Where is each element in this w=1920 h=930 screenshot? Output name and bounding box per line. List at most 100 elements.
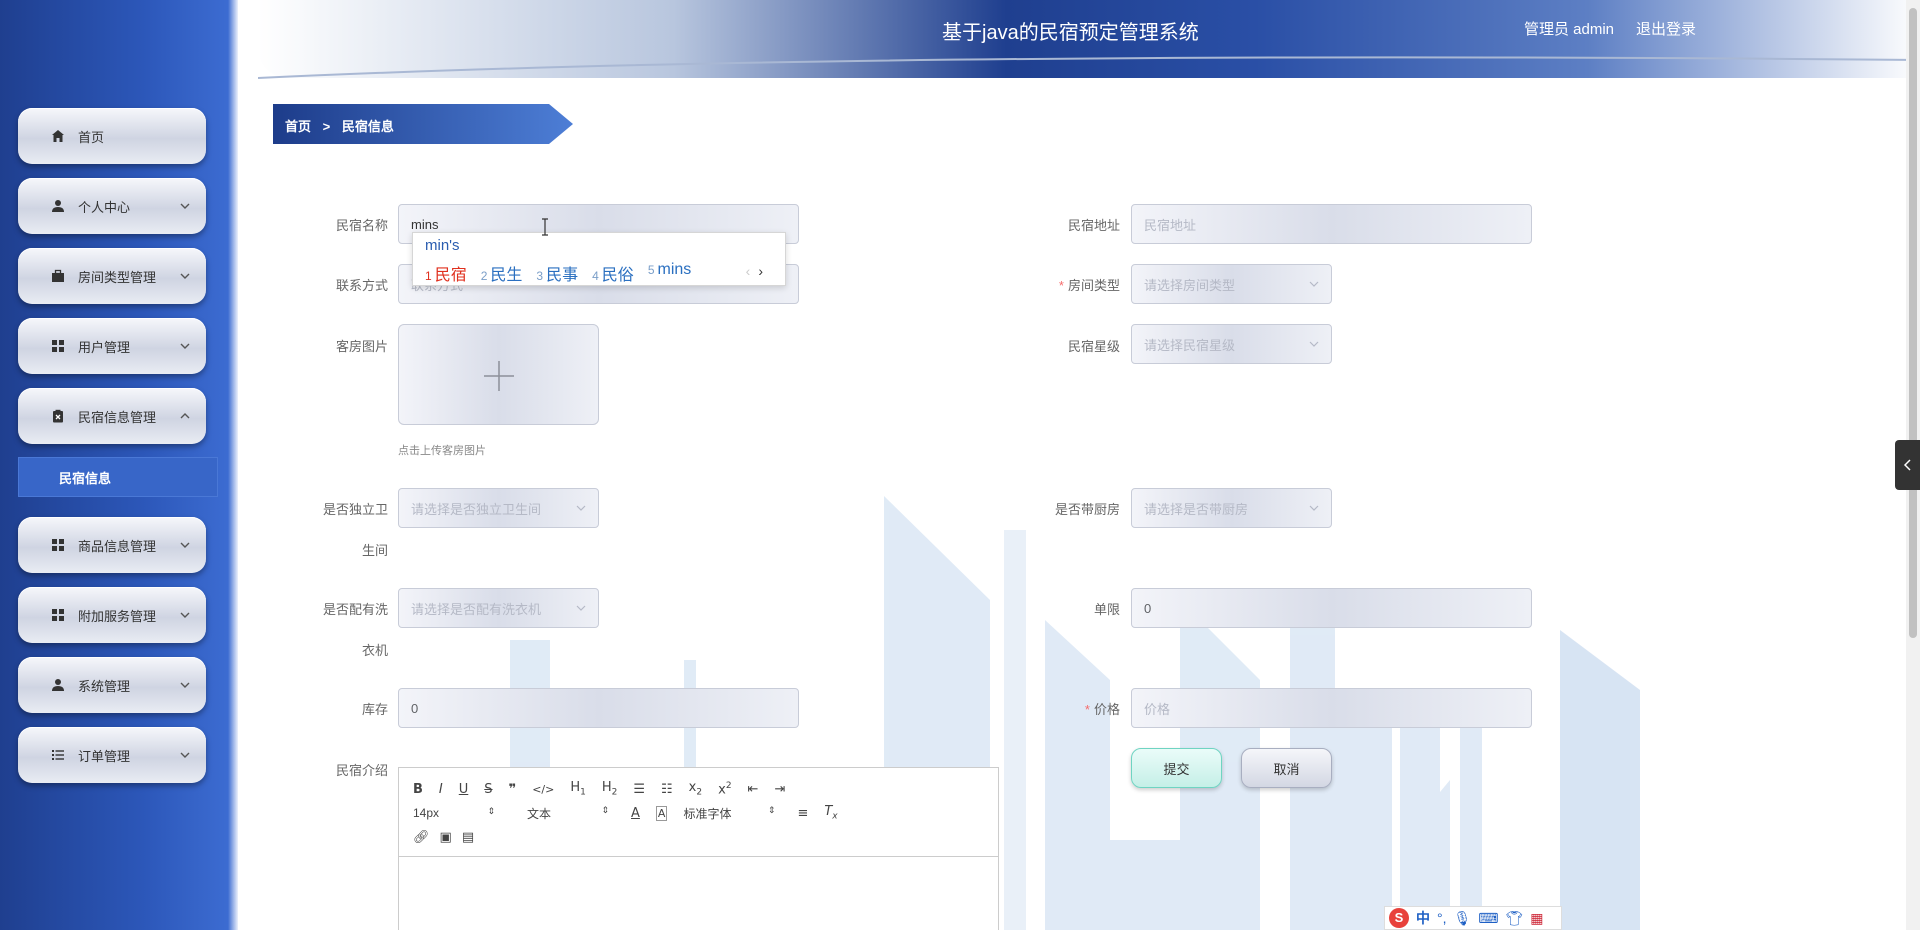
washer-select[interactable]: 请选择是否配有洗衣机 [398,588,599,628]
star-placeholder: 请选择民宿星级 [1144,337,1236,353]
contact-label: 联系方式 [335,278,388,293]
room-type-label: * 房间类型 [1058,278,1120,293]
homestay-address-input[interactable]: 民宿地址 [1131,204,1532,244]
font-family-select[interactable]: 标准字体 ⇕ [683,805,777,822]
ime-pager: ‹ › [746,263,763,279]
skin-icon[interactable]: 👕︎ [1506,910,1524,927]
chevron-down-icon [576,505,586,511]
ime-candidate-text: mins [657,261,692,278]
kitchen-label: 是否带厨房 [1054,502,1120,517]
code-icon[interactable]: </> [532,783,554,796]
punctuation-icon[interactable]: °, [1437,910,1447,926]
outdent-icon[interactable]: ⇤ [748,782,759,797]
editor-toolbar-row-2: 14px ⇕ 文本 ⇕ A A 标准字体 ⇕ ≡ Tx [413,802,854,824]
sogou-logo-icon[interactable]: S [1389,908,1409,928]
video-icon[interactable]: ▤ [462,830,474,845]
ime-candidate-num: 3 [536,269,544,283]
image-icon[interactable]: ▣ [440,830,452,845]
ime-candidate-num: 1 [425,269,432,283]
stock-input[interactable]: 0 [398,688,799,728]
ime-candidate[interactable]: 5 mins [648,261,691,285]
scrollbar-thumb[interactable] [1909,8,1917,638]
room-image-label: 客房图片 [335,339,388,354]
kitchen-select[interactable]: 请选择是否带厨房 [1131,488,1332,528]
chevron-left-icon [1903,459,1911,471]
ime-candidate[interactable]: 2 民生 [481,261,523,285]
ordered-list-icon[interactable]: ☰ [633,782,645,797]
limit-value: 0 [1144,600,1152,616]
font-size-select[interactable]: 14px ⇕ [413,806,497,820]
font-color-icon[interactable]: A [631,806,640,821]
ime-candidate-text: 民事 [546,267,579,284]
room-type-placeholder: 请选择房间类型 [1144,277,1236,293]
indent-icon[interactable]: ⇥ [774,782,785,797]
ime-candidate-text: 民宿 [434,267,467,284]
washer-label-line1: 是否配有洗 [322,602,388,617]
bathroom-select[interactable]: 请选择是否独立卫生间 [398,488,599,528]
price-label: * 价格 [1084,702,1120,717]
editor-toolbar-row-1: B I U S ❞ </> H1 H2 ☰ ☷ x2 x2 ⇤ ⇥ [413,778,801,800]
blockquote-icon[interactable]: ❞ [509,782,517,797]
keyboard-icon[interactable]: ⌨ [1478,910,1498,927]
italic-icon[interactable]: I [439,782,443,797]
ime-status-bar: S 中 °, 🎙︎ ⌨ 👕︎ ▦ [1384,906,1562,930]
bathroom-label-line1: 是否独立卫 [322,502,388,517]
ime-prev-icon[interactable]: ‹ [746,263,751,279]
star-select[interactable]: 请选择民宿星级 [1131,324,1332,364]
font-size-value: 14px [413,806,440,820]
room-image-upload[interactable] [398,324,599,425]
homestay-address-placeholder: 民宿地址 [1144,217,1197,233]
chevron-down-icon [1309,281,1319,287]
ime-candidate-popup: min's 1 民宿 2 民生 3 民事 4 民俗 5 mins ‹ › [412,232,786,286]
editor-toolbar-row-3: 🔗︎ ▣ ▤ [413,826,484,848]
homestay-form: 民宿名称 mins 民宿地址 民宿地址 联系方式 联系方式 *房间类型 请选择房… [0,0,1920,930]
microphone-icon[interactable]: 🎙︎ [1454,910,1472,927]
submit-button[interactable]: 提交 [1131,748,1222,788]
collapse-panel-button[interactable] [1895,440,1920,490]
underline-icon[interactable]: U [459,782,469,797]
ime-candidate-text: 民俗 [601,267,634,284]
ime-mode-toggle[interactable]: 中 [1416,908,1430,928]
strikethrough-icon[interactable]: S [484,782,492,797]
bold-icon[interactable]: B [413,782,423,797]
subscript-icon[interactable]: x2 [689,780,702,798]
plus-icon [484,361,514,391]
link-icon[interactable]: 🔗︎ [413,830,430,845]
rich-text-editor[interactable]: B I U S ❞ </> H1 H2 ☰ ☷ x2 x2 ⇤ ⇥ 14px ⇕… [398,767,999,930]
room-image-hint: 点击上传客房图片 [398,445,486,457]
limit-label: 单限 [1093,602,1120,617]
limit-input[interactable]: 0 [1131,588,1532,628]
editor-toolbar-divider [399,856,998,857]
ime-composition: min's [425,237,460,254]
star-label: 民宿星级 [1067,339,1120,354]
ime-next-icon[interactable]: › [758,263,763,279]
ime-candidate-num: 2 [480,269,488,283]
heading-1-icon[interactable]: H1 [570,780,586,798]
ime-candidate[interactable]: 1 民宿 [425,261,467,285]
ime-candidate[interactable]: 4 民俗 [592,261,634,285]
background-color-icon[interactable]: A [655,805,668,821]
bullet-list-icon[interactable]: ☷ [661,782,673,797]
superscript-icon[interactable]: x2 [718,781,731,797]
name-label: 民宿名称 [335,218,388,233]
stock-value: 0 [411,700,419,716]
cancel-button[interactable]: 取消 [1241,748,1332,788]
text-cursor-icon [542,218,548,236]
text-style-select[interactable]: 文本 ⇕ [527,805,611,822]
chevron-down-icon [576,605,586,611]
font-family-value: 标准字体 [683,806,732,821]
kitchen-placeholder: 请选择是否带厨房 [1144,501,1249,517]
room-type-select[interactable]: 请选择房间类型 [1131,264,1332,304]
stock-label: 库存 [361,702,388,717]
homestay-name-value: mins [411,216,439,232]
text-style-value: 文本 [527,806,552,821]
ime-candidate[interactable]: 3 民事 [536,261,578,285]
clear-format-icon[interactable]: Tx [824,804,837,822]
toolbox-icon[interactable]: ▦ [1530,910,1543,927]
bathroom-label-line2: 生间 [361,543,388,558]
price-input[interactable]: 价格 [1131,688,1532,728]
price-label-text: 价格 [1093,702,1120,717]
align-icon[interactable]: ≡ [797,806,808,821]
ime-candidate-num: 5 [647,263,655,277]
heading-2-icon[interactable]: H2 [602,780,618,798]
